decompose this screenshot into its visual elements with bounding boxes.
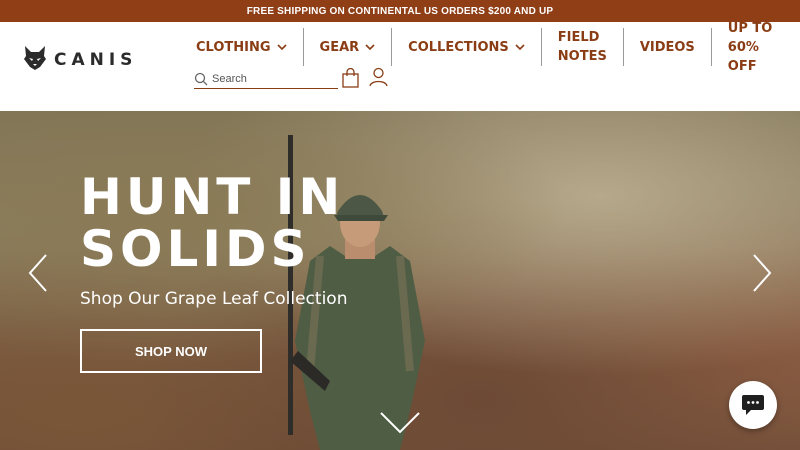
hero-subtitle: Shop Our Grape Leaf Collection xyxy=(80,289,348,309)
brand-name: CANIS xyxy=(54,50,138,70)
site-header: CANIS CLOTHING GEAR COLLECTIONS FIELD NO… xyxy=(0,21,800,111)
nav-item-field-notes[interactable]: FIELD NOTES xyxy=(542,28,624,66)
hero-title: HUNT IN SOLIDS xyxy=(80,168,345,278)
chat-bubble-icon xyxy=(742,395,764,415)
hero-carousel: HUNT IN SOLIDS Shop Our Grape Leaf Colle… xyxy=(0,111,800,450)
chat-button[interactable] xyxy=(729,381,777,429)
hero-image xyxy=(288,135,425,450)
nav-item-clothing[interactable]: CLOTHING xyxy=(180,28,304,66)
shop-now-button[interactable]: SHOP NOW xyxy=(80,329,262,373)
nav-item-gear[interactable]: GEAR xyxy=(304,28,393,66)
nav-item-videos[interactable]: VIDEOS xyxy=(624,28,712,66)
promo-banner: FREE SHIPPING ON CONTINENTAL US ORDERS $… xyxy=(0,0,800,22)
nav-item-collections[interactable]: COLLECTIONS xyxy=(392,28,542,66)
search-bar xyxy=(194,70,338,89)
nav-item-label: VIDEOS xyxy=(639,39,695,55)
chevron-left-icon[interactable] xyxy=(26,253,50,293)
user-icon[interactable] xyxy=(369,67,388,87)
nav-item-label: GEAR xyxy=(319,39,360,55)
chevron-right-icon[interactable] xyxy=(750,253,774,293)
chevron-down-icon xyxy=(276,44,287,51)
nav-item-label: FIELD NOTES xyxy=(557,30,607,64)
chevron-down-icon xyxy=(365,44,375,51)
wolf-head-icon xyxy=(24,46,46,74)
brand-logo[interactable]: CANIS xyxy=(24,46,137,74)
nav-item-sale[interactable]: UP TO 60% OFF xyxy=(712,21,800,74)
chevron-down-icon[interactable] xyxy=(379,411,421,435)
shopping-bag-icon[interactable] xyxy=(342,68,359,88)
promo-text: FREE SHIPPING ON CONTINENTAL US ORDERS $… xyxy=(246,5,554,17)
main-nav: CLOTHING GEAR COLLECTIONS FIELD NOTES VI… xyxy=(180,21,800,74)
chevron-down-icon xyxy=(515,44,525,51)
search-icon[interactable] xyxy=(194,72,208,86)
nav-item-label: COLLECTIONS xyxy=(408,39,509,55)
nav-item-label: UP TO 60% OFF xyxy=(727,20,773,74)
nav-item-label: CLOTHING xyxy=(196,39,271,55)
search-input[interactable] xyxy=(212,71,332,87)
